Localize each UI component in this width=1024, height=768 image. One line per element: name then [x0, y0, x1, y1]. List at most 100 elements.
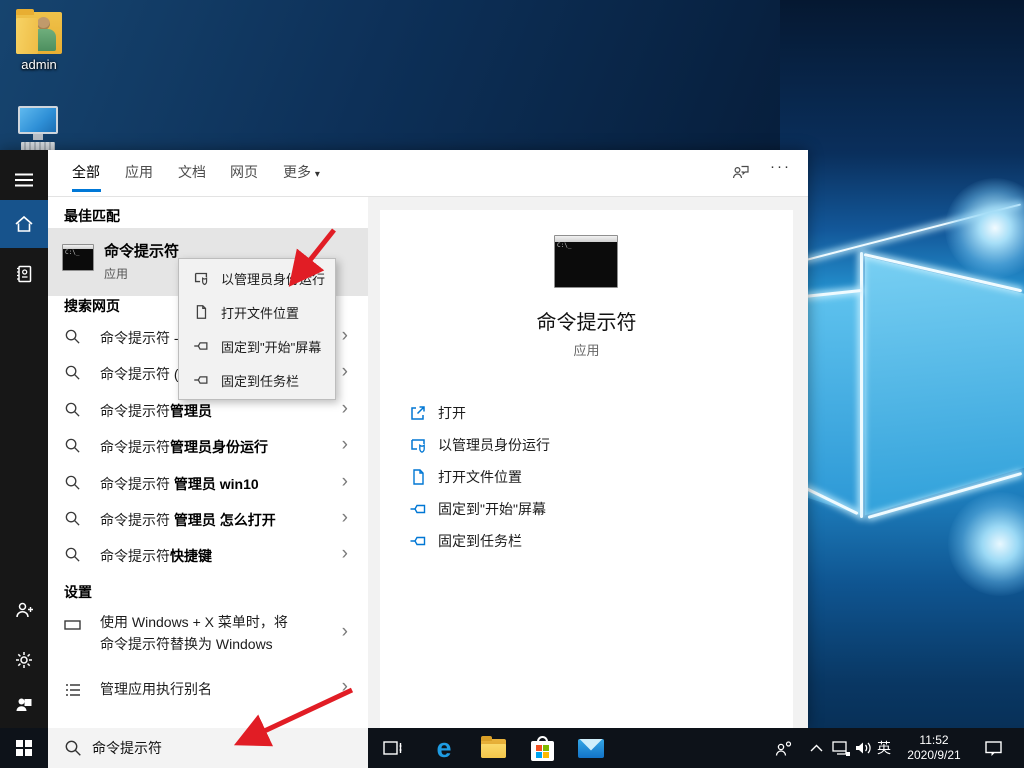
hamburger-menu-button[interactable]	[0, 158, 48, 202]
chevron-right-icon[interactable]: ›	[342, 507, 348, 529]
search-icon	[64, 474, 81, 491]
search-icon	[64, 401, 81, 418]
list-icon	[63, 680, 83, 700]
desktop-icon-label: admin	[5, 57, 73, 72]
chevron-down-icon: ▾	[315, 169, 320, 180]
computer-icon	[4, 106, 72, 152]
file-explorer-button[interactable]	[470, 728, 516, 768]
start-button[interactable]	[0, 728, 48, 768]
desktop-icon-this-pc[interactable]	[4, 106, 72, 152]
microsoft-store-button[interactable]	[519, 728, 565, 768]
action-run-as-admin[interactable]: 以管理员身份运行	[408, 430, 550, 460]
detail-subtitle: 应用	[380, 340, 793, 359]
tray-expand-button[interactable]	[804, 728, 828, 768]
search-icon	[64, 739, 82, 757]
action-open-file-location[interactable]: 打开文件位置	[408, 462, 522, 492]
add-account-icon	[14, 600, 34, 620]
taskbar: 命令提示符 e	[0, 728, 1024, 768]
run-as-admin-icon	[192, 269, 210, 287]
home-icon	[14, 214, 34, 234]
search-suggestion-row[interactable]: 命令提示符快捷键 ›	[48, 537, 368, 573]
action-label: 固定到任务栏	[438, 531, 522, 551]
desktop-icon-admin[interactable]: admin	[5, 12, 73, 72]
search-suggestion-row[interactable]: 命令提示符 管理员 怎么打开 ›	[48, 501, 368, 537]
rail-account-button[interactable]	[0, 588, 48, 632]
search-suggestion-row[interactable]: 命令提示符 管理员 win10 ›	[48, 465, 368, 501]
suggestion-text: 命令提示符 管理员 怎么打开	[100, 510, 276, 530]
context-menu-label: 固定到任务栏	[221, 371, 299, 390]
store-icon	[531, 736, 554, 761]
chevron-right-icon[interactable]: ›	[342, 434, 348, 456]
settings-row-aliases[interactable]: 管理应用执行别名 ›	[48, 670, 368, 706]
taskbar-search-input[interactable]: 命令提示符	[92, 738, 162, 758]
feedback-header-button[interactable]	[731, 162, 751, 187]
action-label: 打开	[438, 403, 466, 423]
chevron-right-icon[interactable]: ›	[342, 543, 348, 565]
windows-logo-icon	[16, 740, 32, 756]
mail-button[interactable]	[568, 728, 614, 768]
clock-date: 2020/9/21	[907, 748, 960, 763]
tab-web[interactable]: 网页	[230, 162, 258, 182]
tab-more[interactable]: 更多 ▾	[283, 162, 320, 182]
gear-icon	[14, 650, 34, 670]
search-icon	[64, 510, 81, 527]
rail-settings-button[interactable]	[0, 638, 48, 682]
action-pin-to-start[interactable]: 固定到"开始"屏幕	[408, 494, 546, 524]
chevron-up-icon	[810, 744, 823, 752]
more-options-button[interactable]: ···	[770, 158, 791, 175]
detail-title: 命令提示符	[380, 306, 793, 335]
pin-icon	[192, 371, 210, 389]
context-menu-label: 打开文件位置	[221, 303, 299, 322]
rail-journal-button[interactable]	[0, 252, 48, 296]
context-menu-pin-to-taskbar[interactable]: 固定到任务栏	[179, 363, 335, 397]
chevron-right-icon[interactable]: ›	[342, 361, 348, 383]
people-icon	[774, 740, 793, 757]
search-flyout: 全部 应用 文档 网页 更多 ▾ ··· 最佳匹配 C:\_	[0, 150, 808, 728]
selected-tab-underline	[72, 189, 101, 192]
chevron-right-icon[interactable]: ›	[342, 398, 348, 420]
detail-card: C:\_ 命令提示符 应用 打开 以管理员身份运行	[380, 210, 793, 728]
search-suggestion-row[interactable]: 命令提示符管理员身份运行 ›	[48, 428, 368, 464]
tab-all[interactable]: 全部	[72, 162, 100, 182]
ime-indicator[interactable]: 英	[872, 728, 896, 768]
action-label: 以管理员身份运行	[438, 435, 550, 455]
clock-time: 11:52	[907, 733, 960, 748]
suggestion-text: 命令提示符管理员身份运行	[100, 437, 268, 457]
taskbar-clock[interactable]: 11:52 2020/9/21	[896, 728, 972, 768]
context-menu-label: 以管理员身份运行	[221, 269, 325, 288]
chevron-right-icon[interactable]: ›	[342, 471, 348, 493]
action-pin-to-taskbar[interactable]: 固定到任务栏	[408, 526, 522, 556]
tab-apps[interactable]: 应用	[125, 162, 153, 182]
context-menu-pin-to-start[interactable]: 固定到"开始"屏幕	[179, 329, 335, 363]
tab-documents[interactable]: 文档	[178, 162, 206, 182]
task-view-button[interactable]	[370, 728, 416, 768]
journal-icon	[14, 264, 34, 284]
rail-feedback-button[interactable]	[0, 682, 48, 726]
person-feedback-icon	[731, 162, 751, 182]
people-tray-button[interactable]	[770, 728, 796, 768]
suggestion-text: 命令提示符快捷键	[100, 546, 212, 566]
context-menu-open-file-location[interactable]: 打开文件位置	[179, 295, 335, 329]
context-menu-run-as-admin[interactable]: 以管理员身份运行	[179, 261, 335, 295]
rail-home-button[interactable]	[0, 200, 48, 248]
chevron-right-icon[interactable]: ›	[342, 676, 348, 698]
wallpaper-glow	[948, 492, 1024, 596]
action-open[interactable]: 打开	[408, 398, 466, 428]
suggestion-text: 命令提示符 (	[100, 364, 179, 384]
edge-browser-button[interactable]: e	[421, 728, 467, 768]
chevron-right-icon[interactable]: ›	[342, 325, 348, 347]
best-match-section-label: 最佳匹配	[64, 206, 120, 226]
chevron-right-icon[interactable]: ›	[342, 621, 348, 643]
file-location-icon	[408, 467, 428, 487]
action-center-icon	[984, 739, 1003, 757]
search-icon	[64, 546, 81, 563]
file-location-icon	[192, 303, 210, 321]
action-center-button[interactable]	[978, 728, 1008, 768]
hamburger-icon	[15, 173, 33, 187]
context-menu: 以管理员身份运行 打开文件位置 固定到"开始"屏幕 固定到任务栏	[178, 258, 336, 400]
window-icon	[63, 615, 83, 635]
settings-row-winx[interactable]: 使用 Windows + X 菜单时，将 命令提示符替换为 Windows ›	[48, 605, 368, 661]
taskbar-search-box[interactable]: 命令提示符	[48, 728, 368, 768]
screen: admin	[0, 0, 1024, 768]
pin-icon	[192, 337, 210, 355]
